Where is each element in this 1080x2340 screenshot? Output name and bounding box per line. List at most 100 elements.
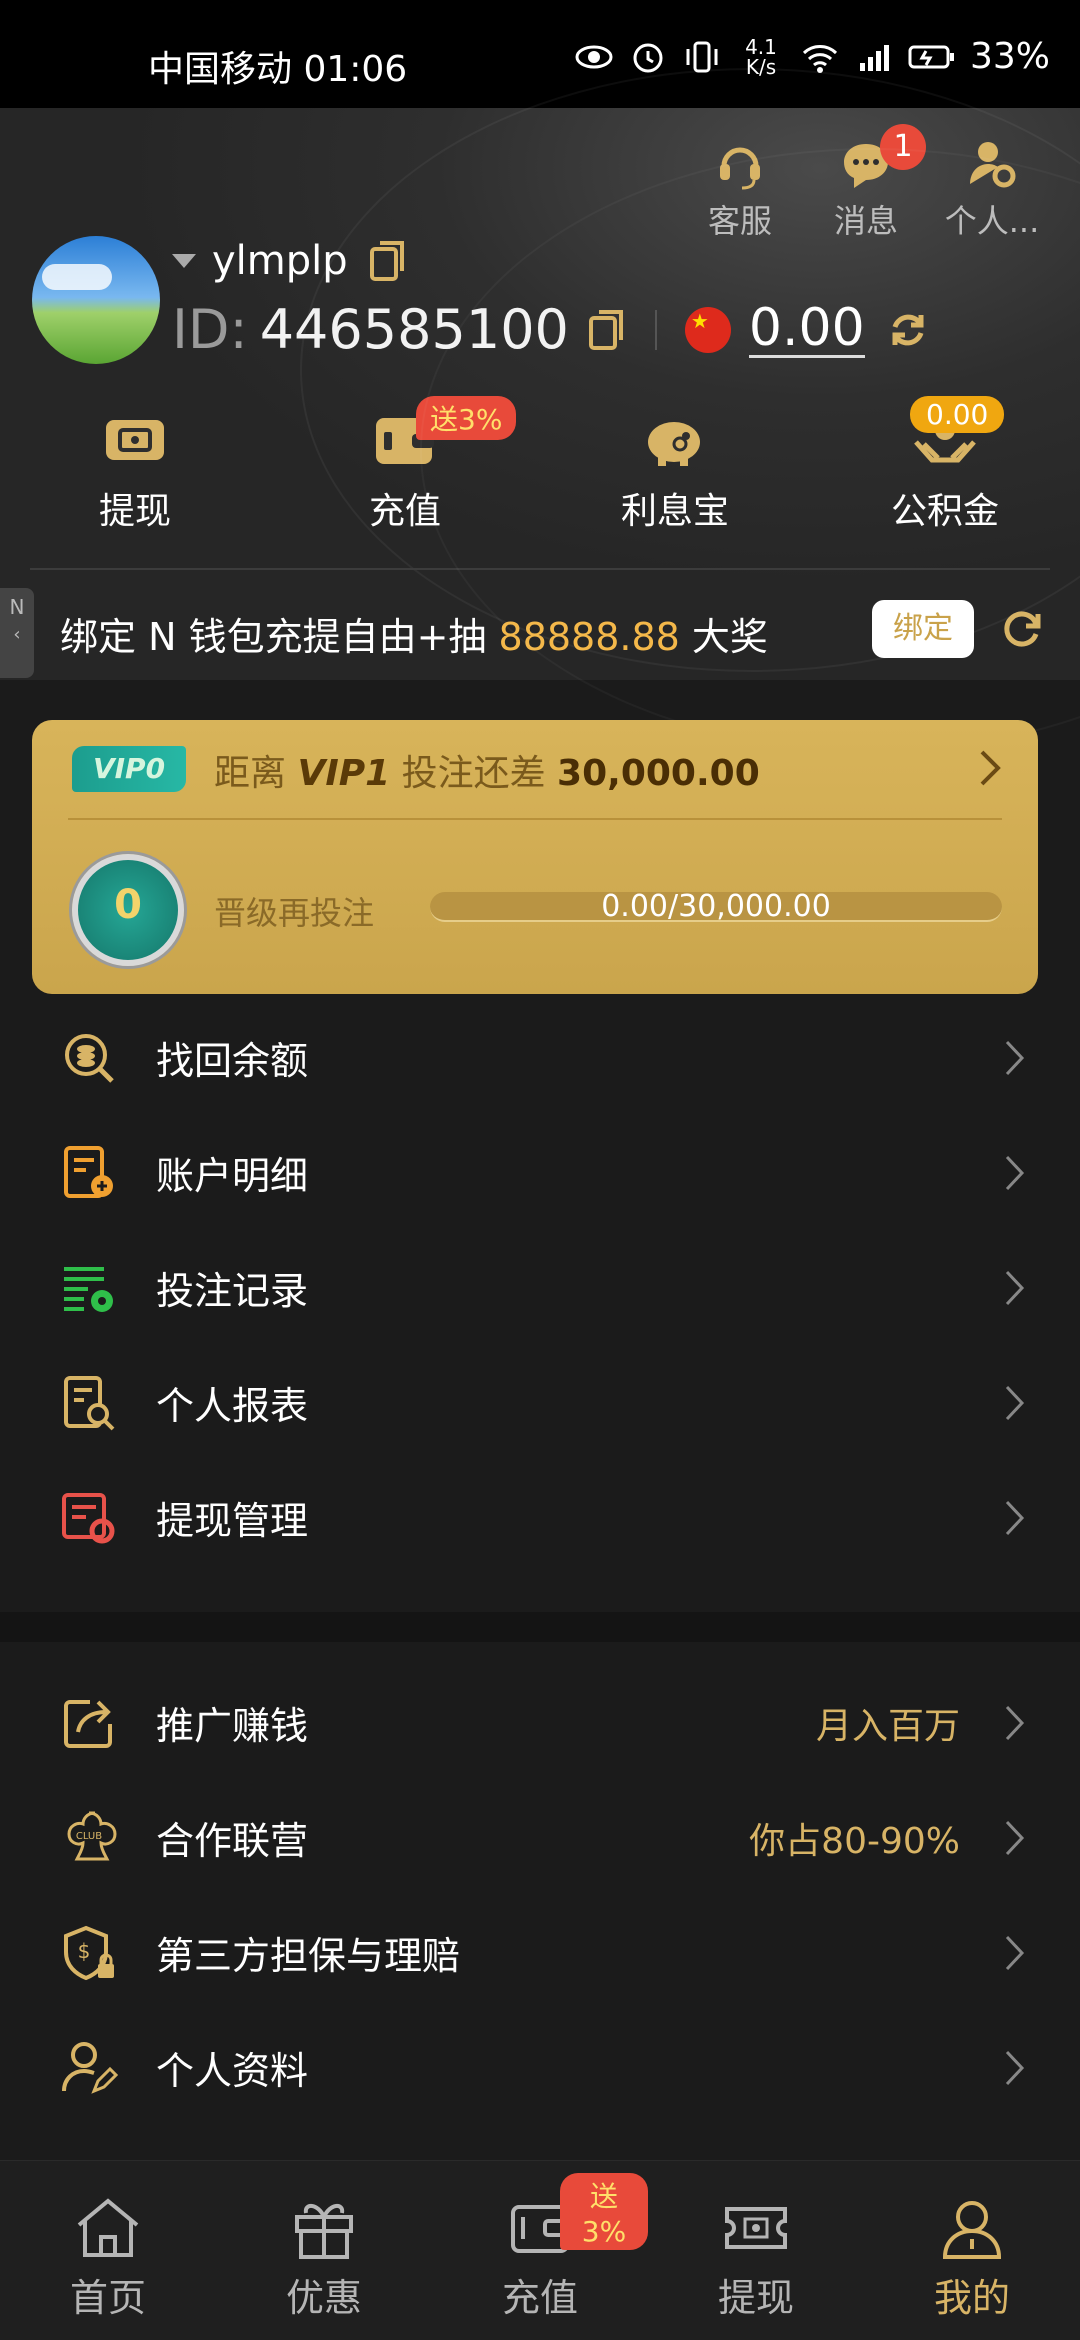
bottom-nav: 首页 优惠 送3% 充值 提现 我的 (0, 2160, 1080, 2340)
vip-next-level-text: 距离 VIP1 投注还差 30,000.00 (214, 744, 760, 796)
vip-middle: 投注还差 (390, 753, 558, 794)
nav-promotions-label: 优惠 (285, 2276, 362, 2320)
user-gear-icon (970, 142, 1016, 188)
customer-service-label: 客服 (707, 202, 772, 240)
provident-fund-quick-button[interactable]: 0.00 公积金 (810, 396, 1080, 534)
username: ylmplp (212, 238, 348, 284)
side-collapse-tab[interactable]: N ‹ (0, 588, 34, 678)
ticket-icon (725, 2207, 787, 2249)
nav-home-label: 首页 (69, 2276, 146, 2320)
withdraw-label: 提现 (98, 491, 171, 532)
vip-divider (68, 818, 1002, 820)
vip-prefix: 距离 (214, 753, 298, 794)
chevron-right-icon (1005, 1270, 1025, 1305)
account-detail-icon (64, 1145, 113, 1198)
vip-card[interactable]: VIP0 距离 VIP1 投注还差 30,000.00 0 晋级再投注 0.00… (32, 720, 1038, 994)
interest-label: 利息宝 (620, 491, 729, 532)
menu-item-bet-records[interactable]: 投注记录 (0, 1230, 1080, 1345)
interest-quick-button[interactable]: 利息宝 (540, 408, 810, 534)
nav-withdraw[interactable]: 提现 (648, 2161, 864, 2340)
copy-id-icon[interactable] (587, 308, 627, 352)
menu-item-personal-report[interactable]: 个人报表 (0, 1345, 1080, 1460)
nav-promotions[interactable]: 优惠 (216, 2161, 432, 2340)
side-tab-label: N (9, 595, 25, 619)
vip-upgrade-label: 晋级再投注 (214, 894, 375, 932)
copy-icon[interactable] (368, 239, 408, 283)
nav-mine[interactable]: 我的 (864, 2161, 1080, 2340)
chevron-right-icon[interactable] (978, 748, 1002, 788)
promo-text-before: 绑定 N (60, 615, 177, 659)
personal-settings-button[interactable]: 个人... (944, 136, 1040, 242)
refresh-icon[interactable] (1000, 606, 1044, 650)
search-coin-icon (65, 1033, 114, 1083)
vip-level-tag: VIP0 (72, 746, 186, 792)
piggy-bank-icon (648, 422, 700, 466)
menu-item-account-details[interactable]: 账户明细 (0, 1115, 1080, 1230)
eye-icon (575, 45, 613, 68)
messages-button[interactable]: 1 消息 (818, 124, 926, 242)
menu-extra: 月入百万 (815, 1705, 960, 1747)
menu-item-partnership[interactable]: CLUB 合作联营 你占80-90% (0, 1780, 1080, 1895)
messages-badge: 1 (880, 124, 926, 170)
bet-record-icon (64, 1266, 113, 1312)
divider (654, 309, 657, 350)
messages-label: 消息 (833, 202, 898, 240)
nav-deposit[interactable]: 送3% 充值 (432, 2161, 648, 2340)
refresh-balance-icon[interactable] (887, 309, 929, 351)
deposit-quick-button[interactable]: 送3% 充值 (270, 396, 540, 534)
club-icon: CLUB (67, 1811, 117, 1860)
nav-deposit-label: 充值 (501, 2276, 578, 2320)
menu-label: 提现管理 (156, 1499, 309, 1543)
nav-home[interactable]: 首页 (0, 2161, 216, 2340)
menu-label: 合作联营 (156, 1819, 309, 1863)
menu-item-withdraw-management[interactable]: 提现管理 (0, 1460, 1080, 1575)
avatar[interactable] (32, 236, 160, 364)
chevron-right-icon (1005, 2050, 1025, 2085)
deposit-label: 充值 (368, 491, 441, 532)
menu-label: 个人资料 (156, 2049, 309, 2093)
promo-text: 绑定 N 钱包充提自由+抽 88888.88 大奖 (60, 606, 768, 661)
vip-medal-icon: 0 (72, 854, 184, 966)
chevron-right-icon (1005, 1820, 1025, 1855)
personal-settings-label: 个人... (944, 202, 1040, 240)
promo-text-after: 大奖 (679, 615, 768, 659)
promo-amount: 88888.88 (498, 615, 680, 659)
carrier-time: 中国移动 01:06 (148, 49, 408, 90)
chevron-right-icon (1005, 1155, 1025, 1190)
menu-item-promote-earn[interactable]: 推广赚钱 月入百万 (0, 1665, 1080, 1780)
nav-withdraw-label: 提现 (717, 2276, 794, 2320)
username-row: ylmplp (172, 238, 408, 284)
top-actions: 客服 1 消息 个人... (692, 124, 1040, 242)
deposit-bonus-badge: 送3% (416, 396, 517, 440)
vip-next-level: VIP1 (297, 753, 391, 794)
provident-fund-label: 公积金 (890, 491, 999, 532)
provident-fund-badge: 0.00 (910, 396, 1005, 433)
chevron-right-icon (1005, 1500, 1025, 1535)
header-divider (30, 568, 1050, 570)
wallet-icon (376, 418, 434, 464)
promo-text-mid: 钱包充提自由+抽 (176, 615, 499, 659)
share-icon (64, 1699, 112, 1748)
menu-item-third-party-guarantee[interactable]: $ 第三方担保与理赔 (0, 1895, 1080, 2010)
china-flag-icon (684, 306, 731, 353)
signal-icon (859, 44, 889, 71)
menu-item-recover-balance[interactable]: 找回余额 (0, 1000, 1080, 1115)
customer-service-button[interactable]: 客服 (692, 136, 788, 242)
chevron-right-icon (1005, 1385, 1025, 1420)
shield-dollar-icon: $ (64, 1925, 114, 1980)
menu-item-personal-info[interactable]: 个人资料 (0, 2010, 1080, 2125)
menu-label: 账户明细 (156, 1154, 309, 1198)
menu-secondary: 推广赚钱 月入百万 CLUB 合作联营 你占80-90% $ 第三方担保与理赔 … (0, 1665, 1080, 2125)
menu-label: 个人报表 (156, 1384, 309, 1428)
bind-button[interactable]: 绑定 (872, 600, 974, 658)
chevron-down-icon[interactable] (172, 254, 196, 268)
menu-extra: 你占80-90% (749, 1820, 960, 1862)
app-screen: { "status_bar": { "carrier_time": "中国移动 … (0, 0, 1080, 2340)
balance-amount[interactable]: 0.00 (748, 301, 865, 358)
id-label: ID: (172, 298, 248, 361)
home-icon (77, 2198, 139, 2257)
fund-hands-icon (914, 420, 976, 463)
withdraw-quick-button[interactable]: 提现 (0, 408, 270, 534)
id-balance-row: ID: 446585100 0.00 (172, 298, 929, 361)
battery-percent: 33% (969, 36, 1050, 77)
